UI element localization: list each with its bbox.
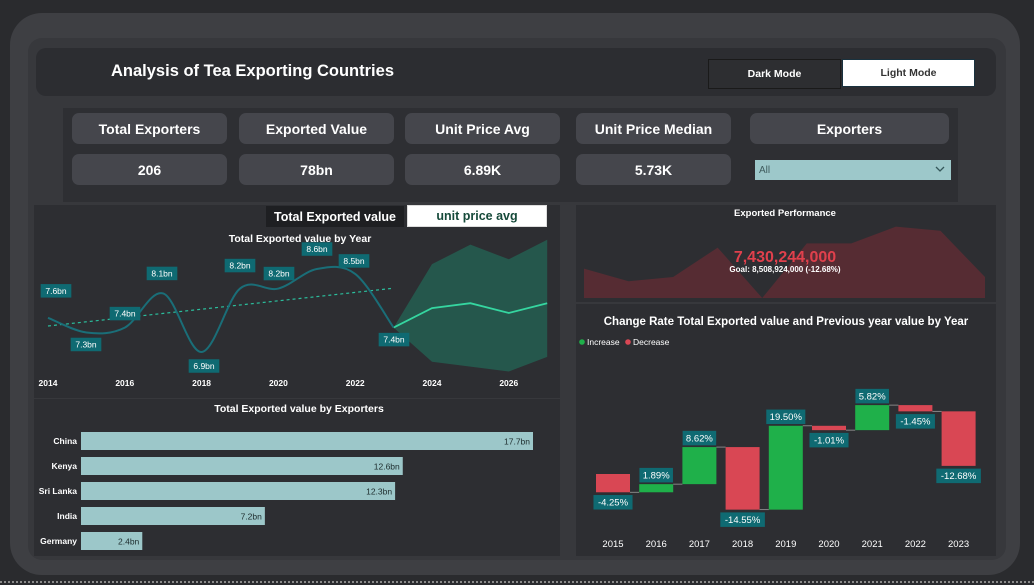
line-x-tick-2016: 2016 bbox=[115, 378, 134, 388]
line-data-label-2017: 8.1bn bbox=[151, 268, 173, 278]
waterfall-label-2022: -1.45% bbox=[900, 417, 931, 428]
waterfall-label-2016: 1.89% bbox=[643, 470, 670, 481]
waterfall-bar-2017 bbox=[682, 447, 717, 485]
line-data-label-2022: 8.5bn bbox=[343, 256, 365, 266]
waterfall-x-tick-2022: 2022 bbox=[905, 539, 926, 550]
line-data-label-2018: 6.9bn bbox=[193, 361, 215, 371]
waterfall-label-2020: -1.01% bbox=[814, 435, 845, 446]
waterfall-label-2017: 8.62% bbox=[686, 433, 713, 444]
waterfall-bar-2021 bbox=[855, 405, 890, 431]
waterfall-bar-2018 bbox=[725, 447, 760, 510]
legend-increase-label: Increase bbox=[587, 337, 620, 347]
line-data-label-2020: 8.2bn bbox=[268, 269, 290, 279]
waterfall-x-tick-2015: 2015 bbox=[602, 539, 623, 550]
waterfall-bar-2020 bbox=[812, 425, 846, 431]
bottom-divider bbox=[0, 581, 1034, 583]
bar-china bbox=[81, 432, 533, 450]
bar-india bbox=[81, 507, 265, 525]
line-x-tick-2022: 2022 bbox=[346, 378, 365, 388]
bar-value-china: 17.7bn bbox=[504, 437, 530, 447]
bar-sri-lanka bbox=[81, 482, 396, 500]
line-x-tick-2020: 2020 bbox=[269, 378, 288, 388]
waterfall-label-2021: 5.82% bbox=[859, 391, 886, 402]
waterfall-x-tick-2019: 2019 bbox=[775, 539, 796, 550]
bar-value-kenya: 12.6bn bbox=[374, 462, 400, 472]
line-x-tick-2014: 2014 bbox=[39, 378, 58, 388]
bar-kenya bbox=[81, 457, 403, 475]
waterfall-label-2015: -4.25% bbox=[598, 498, 629, 509]
line-data-label-2015: 7.3bn bbox=[75, 339, 97, 349]
line-data-label-2021: 8.6bn bbox=[306, 244, 328, 254]
bar-value-sri-lanka: 12.3bn bbox=[366, 487, 392, 497]
performance-goal: Goal: 8,508,924,000 (-12.68%) bbox=[729, 265, 841, 274]
line-data-label-2014: 7.6bn bbox=[45, 286, 67, 296]
waterfall-x-tick-2021: 2021 bbox=[862, 539, 883, 550]
bar-category-kenya: Kenya bbox=[51, 461, 77, 471]
waterfall-label-2023: -12.68% bbox=[941, 471, 977, 482]
waterfall-x-tick-2020: 2020 bbox=[818, 539, 839, 550]
bar-category-india: India bbox=[57, 511, 77, 521]
bar-value-india: 7.2bn bbox=[241, 512, 263, 522]
legend-decrease-label: Decrease bbox=[633, 337, 670, 347]
legend-decrease-marker bbox=[625, 339, 631, 345]
legend-increase-marker bbox=[579, 339, 585, 345]
line-data-label-2023: 7.4bn bbox=[383, 335, 405, 345]
line-x-tick-2018: 2018 bbox=[192, 378, 211, 388]
line-data-label-2016: 7.4bn bbox=[114, 309, 136, 319]
waterfall-bar-2015 bbox=[596, 474, 630, 493]
waterfall-x-tick-2023: 2023 bbox=[948, 539, 969, 550]
waterfall-x-tick-2018: 2018 bbox=[732, 539, 753, 550]
performance-value: 7,430,244,000 bbox=[734, 249, 836, 266]
bar-category-germany: Germany bbox=[40, 536, 77, 546]
bar-category-china: China bbox=[53, 436, 77, 446]
waterfall-x-tick-2017: 2017 bbox=[689, 539, 710, 550]
waterfall-bar-2019 bbox=[768, 425, 803, 510]
waterfall-x-tick-2016: 2016 bbox=[646, 539, 667, 550]
waterfall-label-2018: -14.55% bbox=[725, 515, 761, 526]
chart-layer: 7.6bn 7.3bn 7.4bn 8.1bn 6.9bn 8.2bn 8.2bn 8.6bn… bbox=[39, 226, 985, 550]
waterfall-bar-2023 bbox=[941, 411, 976, 466]
line-x-tick-2024: 2024 bbox=[423, 378, 442, 388]
bar-category-sri-lanka: Sri Lanka bbox=[39, 486, 78, 496]
line-data-label-2019: 8.2bn bbox=[229, 261, 251, 271]
waterfall-bar-2016 bbox=[639, 484, 674, 493]
trend-line bbox=[47, 287, 394, 327]
forecast-band bbox=[393, 239, 548, 372]
waterfall-label-2019: 19.50% bbox=[770, 412, 803, 423]
waterfall-bar-2022 bbox=[898, 405, 933, 412]
bar-value-germany: 2.4bn bbox=[118, 537, 140, 547]
line-x-tick-2026: 2026 bbox=[499, 378, 518, 388]
